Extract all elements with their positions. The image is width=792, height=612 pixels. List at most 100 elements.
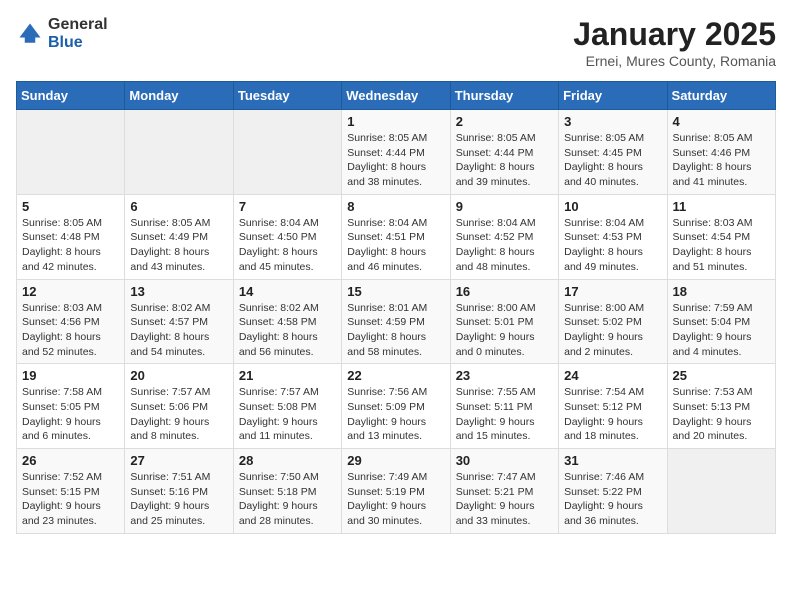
table-row: 15 Sunrise: 8:01 AM Sunset: 4:59 PM Dayli… [342,279,450,364]
logo-blue-text: Blue [48,34,108,52]
day-number: 16 [456,284,553,299]
week-row-1: 1 Sunrise: 8:05 AM Sunset: 4:44 PM Daylig… [17,110,776,195]
title-block: January 2025 Ernei, Mures County, Romani… [573,16,776,69]
day-info: Sunrise: 7:58 AM Sunset: 5:05 PM Dayligh… [22,385,119,444]
day-number: 13 [130,284,227,299]
col-saturday: Saturday [667,82,775,110]
day-number: 11 [673,199,770,214]
table-row: 2 Sunrise: 8:05 AM Sunset: 4:44 PM Daylig… [450,110,558,195]
table-row: 22Sunrise: 7:56 AM Sunset: 5:09 PM Dayli… [342,364,450,449]
day-number: 24 [564,368,661,383]
table-row: 5 Sunrise: 8:05 AM Sunset: 4:48 PM Daylig… [17,194,125,279]
table-row: 31Sunrise: 7:46 AM Sunset: 5:22 PM Dayli… [559,449,667,534]
day-number: 21 [239,368,336,383]
day-info: Sunrise: 8:01 AM Sunset: 4:59 PM Dayligh… [347,301,444,360]
day-number: 19 [22,368,119,383]
logo-text: General Blue [48,16,108,51]
day-number: 3 [564,114,661,129]
day-number: 14 [239,284,336,299]
logo: General Blue [16,16,108,51]
table-row: 26Sunrise: 7:52 AM Sunset: 5:15 PM Dayli… [17,449,125,534]
table-row: 1 Sunrise: 8:05 AM Sunset: 4:44 PM Daylig… [342,110,450,195]
week-row-2: 5 Sunrise: 8:05 AM Sunset: 4:48 PM Daylig… [17,194,776,279]
day-number: 6 [130,199,227,214]
day-number: 25 [673,368,770,383]
day-info: Sunrise: 7:51 AM Sunset: 5:16 PM Dayligh… [130,470,227,529]
day-number: 28 [239,453,336,468]
day-info: Sunrise: 8:05 AM Sunset: 4:45 PM Dayligh… [564,131,661,190]
day-number: 9 [456,199,553,214]
table-row: 24 Sunrise: 7:54 AM Sunset: 5:12 PM Dayli… [559,364,667,449]
day-number: 7 [239,199,336,214]
day-info: Sunrise: 7:49 AM Sunset: 5:19 PM Dayligh… [347,470,444,529]
table-row: 16 Sunrise: 8:00 AM Sunset: 5:01 PM Dayli… [450,279,558,364]
day-number: 5 [22,199,119,214]
day-info: Sunrise: 8:00 AM Sunset: 5:02 PM Dayligh… [564,301,661,360]
day-info: Sunrise: 7:57 AM Sunset: 5:06 PM Dayligh… [130,385,227,444]
table-row [667,449,775,534]
day-number: 31 [564,453,661,468]
day-info: Sunrise: 8:03 AM Sunset: 4:54 PM Dayligh… [673,216,770,275]
day-info: Sunrise: 8:02 AM Sunset: 4:57 PM Dayligh… [130,301,227,360]
table-row: 9Sunrise: 8:04 AM Sunset: 4:52 PM Daylig… [450,194,558,279]
day-info: Sunrise: 8:03 AM Sunset: 4:56 PM Dayligh… [22,301,119,360]
logo-icon [16,20,44,48]
table-row: 25 Sunrise: 7:53 AM Sunset: 5:13 PM Dayli… [667,364,775,449]
day-info: Sunrise: 7:55 AM Sunset: 5:11 PM Dayligh… [456,385,553,444]
day-number: 20 [130,368,227,383]
day-info: Sunrise: 7:57 AM Sunset: 5:08 PM Dayligh… [239,385,336,444]
col-sunday: Sunday [17,82,125,110]
day-number: 30 [456,453,553,468]
day-number: 4 [673,114,770,129]
col-thursday: Thursday [450,82,558,110]
table-row: 6Sunrise: 8:05 AM Sunset: 4:49 PM Daylig… [125,194,233,279]
day-info: Sunrise: 8:05 AM Sunset: 4:48 PM Dayligh… [22,216,119,275]
table-row: 13 Sunrise: 8:02 AM Sunset: 4:57 PM Dayli… [125,279,233,364]
day-number: 2 [456,114,553,129]
day-info: Sunrise: 8:04 AM Sunset: 4:51 PM Dayligh… [347,216,444,275]
calendar-location: Ernei, Mures County, Romania [573,53,776,69]
table-row: 28 Sunrise: 7:50 AM Sunset: 5:18 PM Dayli… [233,449,341,534]
day-number: 29 [347,453,444,468]
day-info: Sunrise: 8:05 AM Sunset: 4:44 PM Dayligh… [456,131,553,190]
col-wednesday: Wednesday [342,82,450,110]
week-row-4: 19 Sunrise: 7:58 AM Sunset: 5:05 PM Dayli… [17,364,776,449]
day-info: Sunrise: 7:54 AM Sunset: 5:12 PM Dayligh… [564,385,661,444]
col-monday: Monday [125,82,233,110]
day-info: Sunrise: 7:52 AM Sunset: 5:15 PM Dayligh… [22,470,119,529]
table-row [233,110,341,195]
table-row: 8 Sunrise: 8:04 AM Sunset: 4:51 PM Daylig… [342,194,450,279]
day-number: 27 [130,453,227,468]
calendar-title: January 2025 [573,16,776,53]
week-row-5: 26Sunrise: 7:52 AM Sunset: 5:15 PM Dayli… [17,449,776,534]
table-row: 21 Sunrise: 7:57 AM Sunset: 5:08 PM Dayli… [233,364,341,449]
table-row: 23Sunrise: 7:55 AM Sunset: 5:11 PM Dayli… [450,364,558,449]
calendar-table: Sunday Monday Tuesday Wednesday Thursday… [16,81,776,534]
day-info: Sunrise: 8:00 AM Sunset: 5:01 PM Dayligh… [456,301,553,360]
day-number: 1 [347,114,444,129]
table-row: 17Sunrise: 8:00 AM Sunset: 5:02 PM Dayli… [559,279,667,364]
table-row: 27 Sunrise: 7:51 AM Sunset: 5:16 PM Dayli… [125,449,233,534]
table-row: 7Sunrise: 8:04 AM Sunset: 4:50 PM Daylig… [233,194,341,279]
page: General Blue January 2025 Ernei, Mures C… [0,0,792,550]
col-friday: Friday [559,82,667,110]
table-row: 30Sunrise: 7:47 AM Sunset: 5:21 PM Dayli… [450,449,558,534]
table-row [17,110,125,195]
day-number: 8 [347,199,444,214]
table-row: 11 Sunrise: 8:03 AM Sunset: 4:54 PM Dayli… [667,194,775,279]
day-number: 15 [347,284,444,299]
day-info: Sunrise: 7:56 AM Sunset: 5:09 PM Dayligh… [347,385,444,444]
day-info: Sunrise: 8:05 AM Sunset: 4:46 PM Dayligh… [673,131,770,190]
day-number: 12 [22,284,119,299]
day-number: 18 [673,284,770,299]
day-info: Sunrise: 8:05 AM Sunset: 4:44 PM Dayligh… [347,131,444,190]
table-row: 4 Sunrise: 8:05 AM Sunset: 4:46 PM Daylig… [667,110,775,195]
table-row [125,110,233,195]
day-info: Sunrise: 7:53 AM Sunset: 5:13 PM Dayligh… [673,385,770,444]
logo-general-text: General [48,16,108,34]
calendar-header-row: Sunday Monday Tuesday Wednesday Thursday… [17,82,776,110]
table-row: 10Sunrise: 8:04 AM Sunset: 4:53 PM Dayli… [559,194,667,279]
day-info: Sunrise: 7:59 AM Sunset: 5:04 PM Dayligh… [673,301,770,360]
day-info: Sunrise: 7:50 AM Sunset: 5:18 PM Dayligh… [239,470,336,529]
week-row-3: 12 Sunrise: 8:03 AM Sunset: 4:56 PM Dayli… [17,279,776,364]
